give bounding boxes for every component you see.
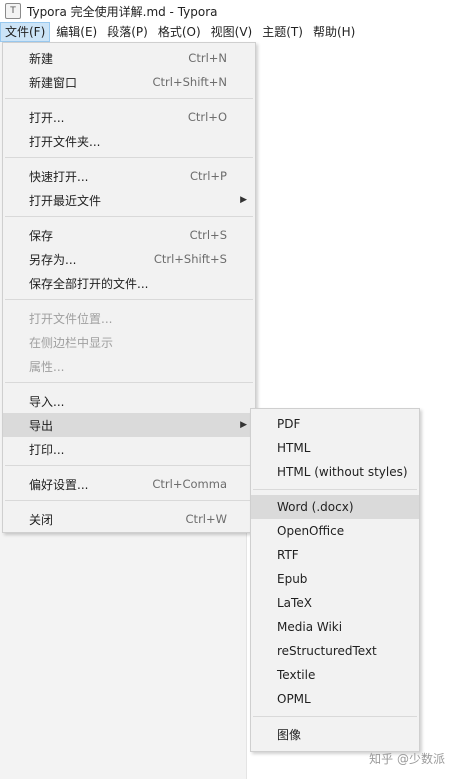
- export-submenu: PDF HTML HTML (without styles) Word (.do…: [250, 408, 420, 752]
- menu-help[interactable]: 帮助(H): [309, 22, 359, 42]
- shortcut-label: Ctrl+W: [185, 512, 227, 526]
- export-opml[interactable]: OPML: [251, 687, 419, 711]
- menu-item-label: Media Wiki: [277, 620, 343, 634]
- menu-separator: [5, 157, 253, 158]
- menu-item-label: OPML: [277, 692, 311, 706]
- menu-theme[interactable]: 主题(T): [258, 22, 307, 42]
- menu-separator: [253, 716, 417, 717]
- menu-item-label: 新建: [29, 51, 54, 66]
- export-html-without-styles[interactable]: HTML (without styles): [251, 460, 419, 484]
- menu-item-label: 快速打开...: [29, 169, 89, 184]
- menu-view[interactable]: 视图(V): [207, 22, 257, 42]
- menu-separator: [5, 500, 253, 501]
- export-image[interactable]: 图像: [251, 722, 419, 746]
- menu-separator: [5, 216, 253, 217]
- menu-paragraph[interactable]: 段落(P): [103, 22, 152, 42]
- title-bar: T Typora 完全使用详解.md - Typora: [0, 0, 455, 22]
- export-media-wiki[interactable]: Media Wiki: [251, 615, 419, 639]
- shortcut-label: Ctrl+Shift+S: [153, 252, 227, 266]
- menu-separator: [5, 382, 253, 383]
- shortcut-label: Ctrl+S: [189, 228, 227, 242]
- menu-item-save-all[interactable]: 保存全部打开的文件...: [3, 271, 255, 295]
- file-menu: 新建 Ctrl+N 新建窗口 Ctrl+Shift+N 打开... Ctrl+O…: [2, 42, 256, 533]
- menu-item-label: 属性...: [29, 359, 65, 374]
- menu-item-save[interactable]: 保存 Ctrl+S: [3, 223, 255, 247]
- menu-item-import[interactable]: 导入...: [3, 389, 255, 413]
- menu-item-open-file-location[interactable]: 打开文件位置...: [3, 306, 255, 330]
- shortcut-label: Ctrl+Comma: [152, 477, 227, 491]
- menu-item-label: 导入...: [29, 394, 65, 409]
- export-html[interactable]: HTML: [251, 436, 419, 460]
- shortcut-label: Ctrl+N: [188, 51, 227, 65]
- export-latex[interactable]: LaTeX: [251, 591, 419, 615]
- menu-item-label: 打开文件位置...: [29, 311, 113, 326]
- menu-item-reveal-in-sidebar[interactable]: 在侧边栏中显示: [3, 330, 255, 354]
- menu-item-label: RTF: [277, 548, 299, 562]
- menu-item-label: Word (.docx): [277, 500, 354, 514]
- menu-item-label: PDF: [277, 417, 301, 431]
- menu-item-label: 关闭: [29, 512, 54, 527]
- export-restructuredtext[interactable]: reStructuredText: [251, 639, 419, 663]
- menu-item-label: Epub: [277, 572, 308, 586]
- menu-item-close[interactable]: 关闭 Ctrl+W: [3, 507, 255, 531]
- menu-item-label: 打开...: [29, 110, 65, 125]
- menu-item-new-window[interactable]: 新建窗口 Ctrl+Shift+N: [3, 70, 255, 94]
- export-epub[interactable]: Epub: [251, 567, 419, 591]
- menu-item-label: 打开最近文件: [29, 193, 102, 208]
- menu-item-label: 保存全部打开的文件...: [29, 276, 149, 291]
- menu-item-export[interactable]: 导出 ▶: [3, 413, 255, 437]
- shortcut-label: Ctrl+Shift+N: [152, 75, 227, 89]
- menu-item-label: 偏好设置...: [29, 477, 89, 492]
- menu-item-label: 导出: [29, 418, 54, 433]
- shortcut-label: Ctrl+O: [187, 110, 227, 124]
- menu-item-label: reStructuredText: [277, 644, 377, 658]
- menu-item-open-folder[interactable]: 打开文件夹...: [3, 129, 255, 153]
- menu-item-label: HTML (without styles): [277, 465, 408, 479]
- menu-edit[interactable]: 编辑(E): [52, 22, 101, 42]
- menu-item-label: 打印...: [29, 442, 65, 457]
- submenu-arrow-icon: ▶: [240, 420, 247, 430]
- export-word-docx[interactable]: Word (.docx): [251, 495, 419, 519]
- menu-item-save-as[interactable]: 另存为... Ctrl+Shift+S: [3, 247, 255, 271]
- menu-bar: 文件(F) 编辑(E) 段落(P) 格式(O) 视图(V) 主题(T) 帮助(H…: [0, 22, 455, 42]
- export-pdf[interactable]: PDF: [251, 412, 419, 436]
- menu-file[interactable]: 文件(F): [0, 22, 51, 42]
- watermark-text: 知乎 @少数派: [369, 752, 445, 766]
- shortcut-label: Ctrl+P: [189, 169, 227, 183]
- menu-item-label: 图像: [277, 727, 302, 742]
- menu-item-properties[interactable]: 属性...: [3, 354, 255, 378]
- menu-separator: [5, 465, 253, 466]
- menu-item-quick-open[interactable]: 快速打开... Ctrl+P: [3, 164, 255, 188]
- menu-item-label: 保存: [29, 228, 54, 243]
- menu-separator: [253, 489, 417, 490]
- export-rtf[interactable]: RTF: [251, 543, 419, 567]
- menu-item-new[interactable]: 新建 Ctrl+N: [3, 46, 255, 70]
- export-textile[interactable]: Textile: [251, 663, 419, 687]
- window-title: Typora 完全使用详解.md - Typora: [27, 4, 218, 19]
- menu-item-preferences[interactable]: 偏好设置... Ctrl+Comma: [3, 472, 255, 496]
- submenu-arrow-icon: ▶: [240, 195, 247, 205]
- menu-item-open[interactable]: 打开... Ctrl+O: [3, 105, 255, 129]
- menu-item-label: 在侧边栏中显示: [29, 335, 114, 350]
- menu-item-label: 另存为...: [29, 252, 77, 267]
- menu-item-label: OpenOffice: [277, 524, 345, 538]
- menu-item-label: 打开文件夹...: [29, 134, 101, 149]
- export-openoffice[interactable]: OpenOffice: [251, 519, 419, 543]
- menu-item-label: LaTeX: [277, 596, 312, 610]
- menu-item-print[interactable]: 打印...: [3, 437, 255, 461]
- menu-item-open-recent[interactable]: 打开最近文件 ▶: [3, 188, 255, 212]
- menu-format[interactable]: 格式(O): [154, 22, 205, 42]
- menu-item-label: HTML: [277, 441, 311, 455]
- typora-app-icon: T: [5, 3, 21, 19]
- menu-item-label: Textile: [277, 668, 316, 682]
- menu-separator: [5, 299, 253, 300]
- menu-separator: [5, 98, 253, 99]
- menu-item-label: 新建窗口: [29, 75, 78, 90]
